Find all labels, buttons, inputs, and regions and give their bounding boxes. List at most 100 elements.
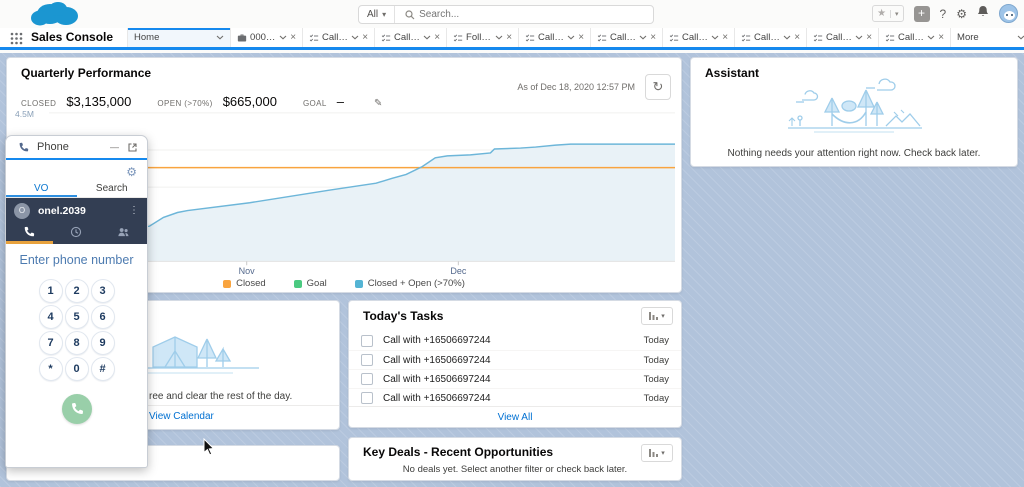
open-stat-value: $665,000 <box>222 94 277 109</box>
tab-chevron-down-icon[interactable] <box>1017 35 1024 40</box>
tab-chevron-down-icon[interactable] <box>279 35 287 40</box>
assistant-empty-message: Nothing needs your attention right now. … <box>727 148 981 159</box>
phone-tabs: VO Search <box>6 181 147 198</box>
tab-label: Call wi… <box>826 32 852 43</box>
tab-close-icon[interactable]: × <box>794 32 800 43</box>
console-tab[interactable]: Call wi… × <box>519 28 592 47</box>
tab-close-icon[interactable]: × <box>866 32 872 43</box>
dial-key[interactable]: * <box>38 357 63 381</box>
quick-add-button[interactable]: + <box>913 5 930 22</box>
contacts-group-icon[interactable] <box>117 226 130 238</box>
console-tab[interactable]: Follow… × <box>447 28 520 47</box>
key-deals-filter-button[interactable]: ▾ <box>641 444 673 462</box>
tab-chevron-down-icon[interactable] <box>423 35 431 40</box>
dial-key[interactable]: 1 <box>38 279 63 303</box>
tab-chevron-down-icon[interactable] <box>216 35 224 40</box>
search-scope-dropdown[interactable]: All ▾ <box>359 6 396 23</box>
task-subject[interactable]: Call with +16506697244 <box>383 393 644 404</box>
caret-down-icon: ▾ <box>382 10 387 19</box>
tab-chevron-down-icon[interactable] <box>711 35 719 40</box>
task-subject[interactable]: Call with +16506697244 <box>383 355 644 366</box>
tab-chevron-down-icon[interactable] <box>927 35 935 40</box>
mouse-cursor <box>203 437 215 461</box>
recent-calls-clock-icon[interactable] <box>70 226 82 238</box>
tab-chevron-down-icon[interactable] <box>783 35 791 40</box>
key-deals-title: Key Deals - Recent Opportunities <box>363 445 554 459</box>
tab-chevron-down-icon[interactable] <box>495 35 503 40</box>
view-calendar-link[interactable]: View Calendar <box>149 411 214 422</box>
legend-label: Closed + Open (>70%) <box>367 278 465 289</box>
dial-key[interactable]: 4 <box>38 305 63 329</box>
tab-close-icon[interactable]: × <box>650 32 656 43</box>
refresh-icon[interactable]: ↻ <box>645 74 671 100</box>
tab-close-icon[interactable]: × <box>362 32 368 43</box>
key-deals-empty-message: No deals yet. Select another filter or c… <box>402 464 628 475</box>
key-deals-card: Key Deals - Recent Opportunities ▾ No de… <box>348 437 682 481</box>
search-input[interactable] <box>419 9 653 20</box>
console-tab[interactable]: 00001… × <box>231 28 304 47</box>
dial-key[interactable]: 5 <box>64 305 89 329</box>
app-launcher-waffle-icon[interactable] <box>10 32 23 47</box>
task-subject[interactable]: Call with +16506697244 <box>383 335 644 346</box>
dial-key[interactable]: 8 <box>64 331 89 355</box>
task-due-date: Today <box>643 373 669 385</box>
task-checkbox[interactable] <box>361 334 373 347</box>
favorites-caret-icon[interactable]: ▾ <box>890 9 903 18</box>
tasks-sort-button[interactable]: ▾ <box>641 307 673 325</box>
console-tab[interactable]: Call wi… × <box>591 28 664 47</box>
dial-key[interactable]: 0 <box>64 357 89 381</box>
favorite-star-icon[interactable]: ★ <box>873 8 890 19</box>
console-tab[interactable]: Home <box>127 28 232 47</box>
call-button[interactable] <box>61 394 92 424</box>
console-nav-bar: Sales Console Home 00001… × Call wi… × C… <box>0 28 1024 50</box>
console-tab[interactable]: Call wi… × <box>735 28 808 47</box>
phone-account-panel: O onel.2039 ⋮ <box>6 198 147 244</box>
legend-swatch <box>354 279 363 288</box>
notifications-bell-icon[interactable] <box>977 5 989 23</box>
help-icon[interactable]: ? <box>940 7 947 21</box>
tab-label: Call wi… <box>682 32 708 43</box>
chart-x-ticks: Nov Dec <box>239 261 467 276</box>
console-tab[interactable]: Call wi… × <box>663 28 736 47</box>
setup-gear-icon[interactable]: ⚙ <box>956 7 967 21</box>
tab-close-icon[interactable]: × <box>938 32 944 43</box>
account-menu-icon[interactable]: ⋮ <box>129 205 139 216</box>
console-tab[interactable]: More <box>951 28 1024 47</box>
tab-chevron-down-icon[interactable] <box>567 35 575 40</box>
tab-close-icon[interactable]: × <box>434 32 440 43</box>
phone-popup-header[interactable]: Phone — <box>6 136 147 160</box>
console-tab[interactable]: Call wi… × <box>303 28 376 47</box>
tab-label: More <box>957 32 979 43</box>
phone-settings-gear-icon[interactable]: ⚙ <box>126 166 137 178</box>
dial-key[interactable]: 7 <box>38 331 63 355</box>
tab-close-icon[interactable]: × <box>290 32 296 43</box>
tab-chevron-down-icon[interactable] <box>639 35 647 40</box>
phone-tab-search[interactable]: Search <box>77 181 148 197</box>
console-tab[interactable]: Call wi… × <box>375 28 448 47</box>
dial-key[interactable]: 2 <box>64 279 89 303</box>
phone-tab-vo[interactable]: VO <box>6 181 77 197</box>
dial-key[interactable]: 3 <box>90 279 115 303</box>
popout-icon[interactable] <box>128 142 137 152</box>
console-tab[interactable]: Call wi… × <box>879 28 952 47</box>
minimize-icon[interactable]: — <box>110 142 119 152</box>
dial-key[interactable]: 6 <box>90 305 115 329</box>
task-checkbox[interactable] <box>361 354 373 366</box>
account-avatar: O <box>14 202 30 219</box>
view-all-link[interactable]: View All <box>498 412 533 423</box>
task-checkbox[interactable] <box>361 392 373 404</box>
task-checkbox[interactable] <box>361 373 373 385</box>
svg-text:Dec: Dec <box>450 266 467 276</box>
user-avatar[interactable] <box>999 4 1018 23</box>
tab-close-icon[interactable]: × <box>578 32 584 43</box>
task-row: Call with +16506697244 Today <box>349 388 681 407</box>
task-subject[interactable]: Call with +16506697244 <box>383 374 644 385</box>
console-tab[interactable]: Call wi… × <box>807 28 880 47</box>
tab-chevron-down-icon[interactable] <box>855 35 863 40</box>
dial-key[interactable]: # <box>90 357 115 381</box>
tab-close-icon[interactable]: × <box>506 32 512 43</box>
dialpad-phone-icon[interactable] <box>23 226 35 238</box>
dial-key[interactable]: 9 <box>90 331 115 355</box>
tab-close-icon[interactable]: × <box>722 32 728 43</box>
tab-chevron-down-icon[interactable] <box>351 35 359 40</box>
